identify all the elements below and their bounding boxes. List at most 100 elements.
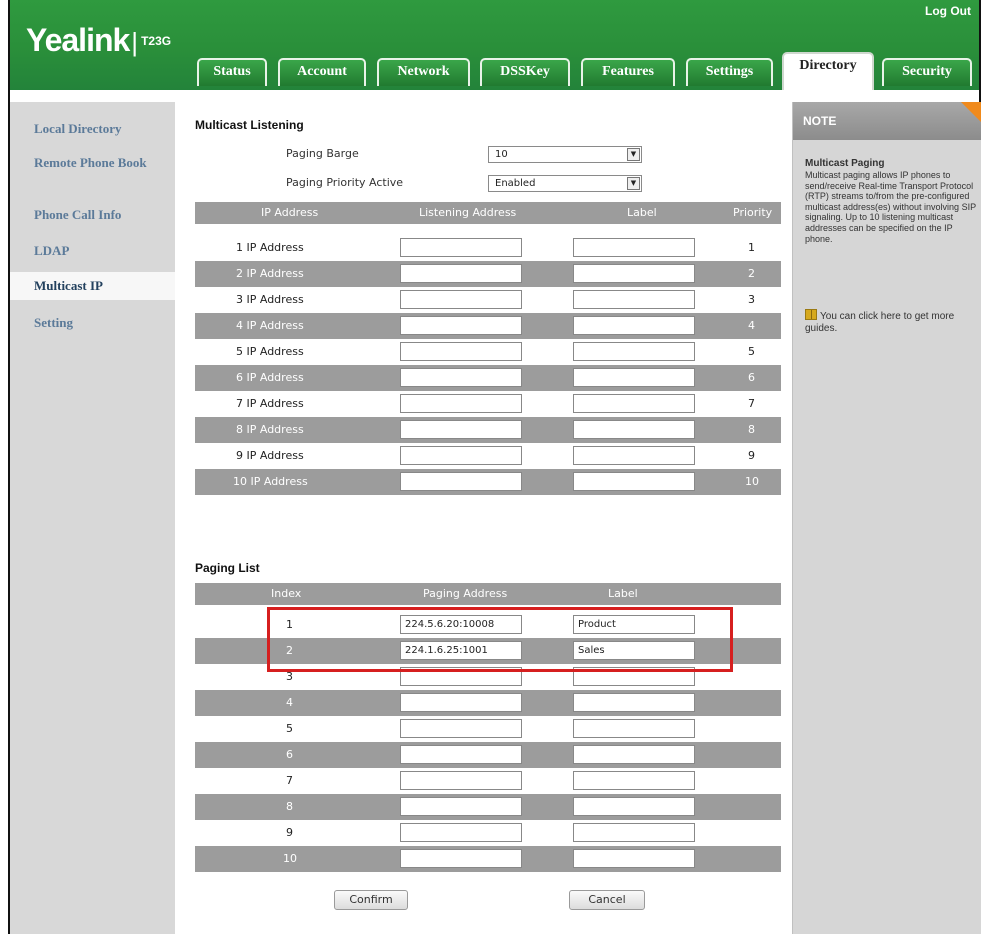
listening-address-input[interactable]: [400, 238, 522, 257]
listening-label-input[interactable]: [573, 420, 695, 439]
priority-value: 7: [748, 397, 755, 410]
note-title: Multicast Paging: [805, 158, 885, 169]
listening-row: 4 IP Address 4: [195, 313, 781, 339]
listening-label-input[interactable]: [573, 446, 695, 465]
paging-label-input[interactable]: [573, 745, 695, 764]
tab-account[interactable]: Account: [278, 58, 366, 86]
listening-address-input[interactable]: [400, 290, 522, 309]
paging-barge-label: Paging Barge: [286, 147, 359, 160]
col-listening-address: Listening Address: [419, 206, 517, 219]
listening-address-input[interactable]: [400, 420, 522, 439]
ip-row-name: 1 IP Address: [236, 241, 304, 254]
listening-label-input[interactable]: [573, 316, 695, 335]
paging-address-input[interactable]: [400, 745, 522, 764]
listening-row: 3 IP Address 3: [195, 287, 781, 313]
paging-label-input[interactable]: [573, 849, 695, 868]
paging-barge-select[interactable]: 10 ▼: [488, 146, 642, 163]
col-priority: Priority: [733, 206, 773, 219]
paging-label-input[interactable]: [573, 693, 695, 712]
paging-row: 7: [195, 768, 781, 794]
ip-row-name: 6 IP Address: [236, 371, 304, 384]
paging-address-input[interactable]: [400, 849, 522, 868]
confirm-button[interactable]: Confirm: [334, 890, 408, 910]
multicast-listening-title: Multicast Listening: [195, 118, 304, 132]
logo-brand: Yealink: [26, 22, 130, 58]
tab-network[interactable]: Network: [377, 58, 470, 86]
paging-row: 4: [195, 690, 781, 716]
listening-label-input[interactable]: [573, 342, 695, 361]
sidebar-item-phone-call-info[interactable]: Phone Call Info: [10, 207, 175, 222]
tab-directory[interactable]: Directory: [782, 52, 874, 90]
listening-address-input[interactable]: [400, 368, 522, 387]
paging-row: 6: [195, 742, 781, 768]
highlight-box: [267, 607, 733, 672]
sidebar-item-setting[interactable]: Setting: [10, 315, 175, 330]
listening-row: 6 IP Address 6: [195, 365, 781, 391]
paging-row: 5: [195, 716, 781, 742]
listening-address-input[interactable]: [400, 342, 522, 361]
col-label: Label: [627, 206, 657, 219]
ip-row-name: 10 IP Address: [233, 475, 308, 488]
paging-priority-select[interactable]: Enabled ▼: [488, 175, 642, 192]
paging-label-input[interactable]: [573, 771, 695, 790]
paging-barge-value: 10: [495, 149, 508, 160]
priority-value: 3: [748, 293, 755, 306]
guide-link-text: You can click here to get more guides.: [805, 311, 955, 334]
chevron-down-icon: ▼: [627, 177, 640, 190]
listening-label-input[interactable]: [573, 290, 695, 309]
main-content: Multicast Listening Paging Barge 10 ▼ Pa…: [185, 110, 782, 934]
listening-label-input[interactable]: [573, 394, 695, 413]
listening-address-input[interactable]: [400, 316, 522, 335]
tab-status[interactable]: Status: [197, 58, 267, 86]
paging-index: 6: [286, 748, 293, 761]
note-corner-accent: [961, 102, 981, 122]
ip-row-name: 9 IP Address: [236, 449, 304, 462]
paging-index: 4: [286, 696, 293, 709]
paging-label-input[interactable]: [573, 823, 695, 842]
guide-link[interactable]: You can click here to get more guides.: [805, 309, 977, 335]
paging-index: 9: [286, 826, 293, 839]
tab-settings[interactable]: Settings: [686, 58, 773, 86]
paging-address-input[interactable]: [400, 797, 522, 816]
paging-label-input[interactable]: [573, 719, 695, 738]
logout-link[interactable]: Log Out: [925, 4, 971, 18]
listening-row: 10 IP Address 10: [195, 469, 781, 495]
priority-value: 2: [748, 267, 755, 280]
ip-row-name: 5 IP Address: [236, 345, 304, 358]
paging-label-input[interactable]: [573, 797, 695, 816]
listening-label-input[interactable]: [573, 264, 695, 283]
sidebar-item-ldap[interactable]: LDAP: [10, 243, 175, 258]
listening-address-input[interactable]: [400, 472, 522, 491]
paging-address-input[interactable]: [400, 823, 522, 842]
cancel-button[interactable]: Cancel: [569, 890, 645, 910]
listening-address-input[interactable]: [400, 264, 522, 283]
sidebar-item-remote-phone-book[interactable]: Remote Phone Book: [10, 155, 160, 170]
listening-row: 9 IP Address 9: [195, 443, 781, 469]
listening-address-input[interactable]: [400, 394, 522, 413]
ip-row-name: 2 IP Address: [236, 267, 304, 280]
paging-index: 10: [283, 852, 297, 865]
paging-priority-value: Enabled: [495, 178, 536, 189]
paging-address-input[interactable]: [400, 771, 522, 790]
listening-address-input[interactable]: [400, 446, 522, 465]
note-body: Multicast paging allows IP phones to sen…: [805, 170, 976, 244]
paging-row: 8: [195, 794, 781, 820]
ip-row-name: 8 IP Address: [236, 423, 304, 436]
listening-row: 5 IP Address 5: [195, 339, 781, 365]
paging-address-input[interactable]: [400, 693, 522, 712]
sidebar-item-multicast-ip[interactable]: Multicast IP: [10, 272, 175, 300]
listening-label-input[interactable]: [573, 472, 695, 491]
paging-address-input[interactable]: [400, 719, 522, 738]
listening-label-input[interactable]: [573, 368, 695, 387]
tab-security[interactable]: Security: [882, 58, 972, 86]
ip-row-name: 4 IP Address: [236, 319, 304, 332]
col-index: Index: [271, 587, 302, 600]
paging-index: 5: [286, 722, 293, 735]
tab-dsskey[interactable]: DSSKey: [480, 58, 570, 86]
col-paging-address: Paging Address: [423, 587, 508, 600]
priority-value: 5: [748, 345, 755, 358]
tab-features[interactable]: Features: [581, 58, 675, 86]
listening-label-input[interactable]: [573, 238, 695, 257]
priority-value: 4: [748, 319, 755, 332]
sidebar-item-local-directory[interactable]: Local Directory: [10, 121, 175, 136]
